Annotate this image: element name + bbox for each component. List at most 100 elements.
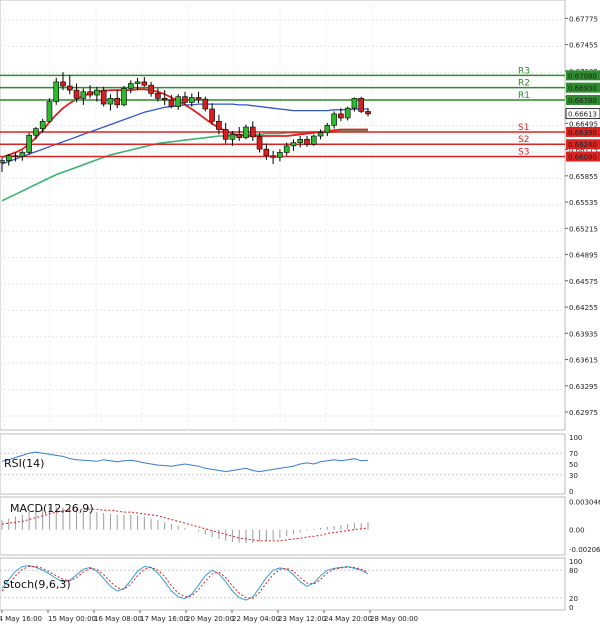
candle-body xyxy=(304,139,310,145)
level-name-s3: S3 xyxy=(518,148,529,158)
candle-body xyxy=(155,93,161,99)
candle-body xyxy=(188,97,195,103)
macd-tick-label: 0.003046 xyxy=(569,498,600,506)
price-tick-label: 0.64255 xyxy=(569,304,598,312)
time-tick-label: 28 May 00:00 xyxy=(370,615,418,623)
time-axis: 14 May 16:00 15 May 00:0016 May 08:0017 M… xyxy=(0,610,418,623)
macd-label: MACD(12,26,9) xyxy=(10,502,94,515)
time-tick-label: 17 May 16:00 xyxy=(140,615,188,623)
time-tick-label: 15 May 00:00 xyxy=(48,615,96,623)
rsi-tick-label: 100 xyxy=(569,434,582,442)
level-name-s1: S1 xyxy=(518,123,529,133)
candle-body xyxy=(236,134,243,138)
candle-body xyxy=(94,89,100,96)
candle-body xyxy=(338,113,344,119)
rsi-tick-label: 0 xyxy=(569,488,573,496)
price-tick-label: 0.63295 xyxy=(569,383,598,391)
level-price-s2: 0.66240 xyxy=(568,141,597,149)
candle-body xyxy=(12,155,19,158)
stoch-panel xyxy=(0,557,566,611)
stoch-tick-label: 20 xyxy=(569,595,578,603)
candle-body xyxy=(5,155,12,161)
candle-body xyxy=(39,120,46,129)
rsi-tick-label: 70 xyxy=(569,450,578,458)
time-tick-label: 22 May 04:00 xyxy=(232,615,280,623)
candle-body xyxy=(134,81,141,84)
candle-body xyxy=(107,98,114,105)
stoch-tick-label: 80 xyxy=(569,567,578,575)
price-tick-label: 0.64575 xyxy=(569,278,598,286)
macd-tick-label: -0.00206 xyxy=(569,546,600,554)
candle-body xyxy=(344,107,351,119)
level-name-r1: R1 xyxy=(518,91,530,101)
candle-body xyxy=(121,88,127,106)
current-price-label: 0.66613 xyxy=(568,111,597,119)
candle-body xyxy=(317,132,324,137)
price-tick-label: 0.65535 xyxy=(569,199,598,207)
time-tick-label: 16 May 08:00 xyxy=(94,615,142,623)
candle-body xyxy=(324,125,331,134)
price-tick-label: 0.67455 xyxy=(569,42,598,50)
candle-body xyxy=(249,126,256,138)
rsi-tick-label: 30 xyxy=(569,472,578,480)
level-price-s3: 0.66090 xyxy=(568,154,597,162)
candle-body xyxy=(358,98,365,112)
candle-body xyxy=(290,142,297,147)
time-tick-label: 14 May 16:00 xyxy=(0,615,42,623)
candle-body xyxy=(168,99,175,107)
candle-body xyxy=(127,83,134,89)
price-tick-label: 0.64895 xyxy=(569,252,598,260)
macd-tick-label: 0.00 xyxy=(569,527,585,535)
candle-body xyxy=(202,98,209,110)
candle-body xyxy=(243,126,249,138)
candle-body xyxy=(195,97,202,100)
level-price-s1: 0.66390 xyxy=(568,129,597,137)
candle-body xyxy=(0,160,5,163)
candle-body xyxy=(256,136,263,150)
price-tick-label: 0.63615 xyxy=(569,357,598,365)
candle-body xyxy=(100,89,107,105)
stoch-tick-label: 0 xyxy=(569,604,573,612)
candle-body xyxy=(283,145,290,153)
stoch-label: Stoch(9,6,3) xyxy=(3,578,71,591)
candle-body xyxy=(66,85,73,91)
candle-body xyxy=(331,113,337,126)
candle-body xyxy=(263,148,270,157)
candle-body xyxy=(222,129,229,140)
candle-body xyxy=(175,96,182,107)
candle-body xyxy=(19,152,26,157)
level-name-r3: R3 xyxy=(518,66,530,76)
price-tick-label: 0.65215 xyxy=(569,225,598,233)
rsi-label: RSI(14) xyxy=(4,457,44,470)
forex-chart: 0.677750.674550.671350.668150.664950.661… xyxy=(0,0,600,623)
candle-body xyxy=(365,111,371,115)
candle-body xyxy=(148,84,154,94)
candle-body xyxy=(26,134,32,153)
candle-body xyxy=(161,98,168,101)
candle-body xyxy=(270,155,276,158)
candle-body xyxy=(229,134,236,140)
price-tick-label: 0.65855 xyxy=(569,173,598,181)
candle-body xyxy=(310,135,317,145)
time-tick-label: 23 May 12:00 xyxy=(278,615,326,623)
price-panel xyxy=(0,0,566,431)
candle-body xyxy=(182,96,188,103)
candle-body xyxy=(73,89,80,99)
candle-body xyxy=(60,81,66,87)
price-tick-label: 0.62975 xyxy=(569,409,598,417)
candle-body xyxy=(46,101,53,122)
price-tick-label: 0.67775 xyxy=(569,15,598,23)
candle-body xyxy=(209,108,215,122)
candle-body xyxy=(216,120,222,130)
level-price-r2: 0.66930 xyxy=(568,85,597,93)
time-tick-label: 20 May 20:00 xyxy=(186,615,234,623)
candle-body xyxy=(277,152,283,158)
stoch-tick-label: 100 xyxy=(569,558,582,566)
candle-body xyxy=(80,91,87,99)
candle-body xyxy=(141,81,148,86)
candle-body xyxy=(87,91,93,96)
price-tick-label: 0.63935 xyxy=(569,330,598,338)
time-tick-label: 24 May 20:00 xyxy=(324,615,372,623)
rsi-panel xyxy=(0,433,566,495)
candle-body xyxy=(53,81,60,102)
